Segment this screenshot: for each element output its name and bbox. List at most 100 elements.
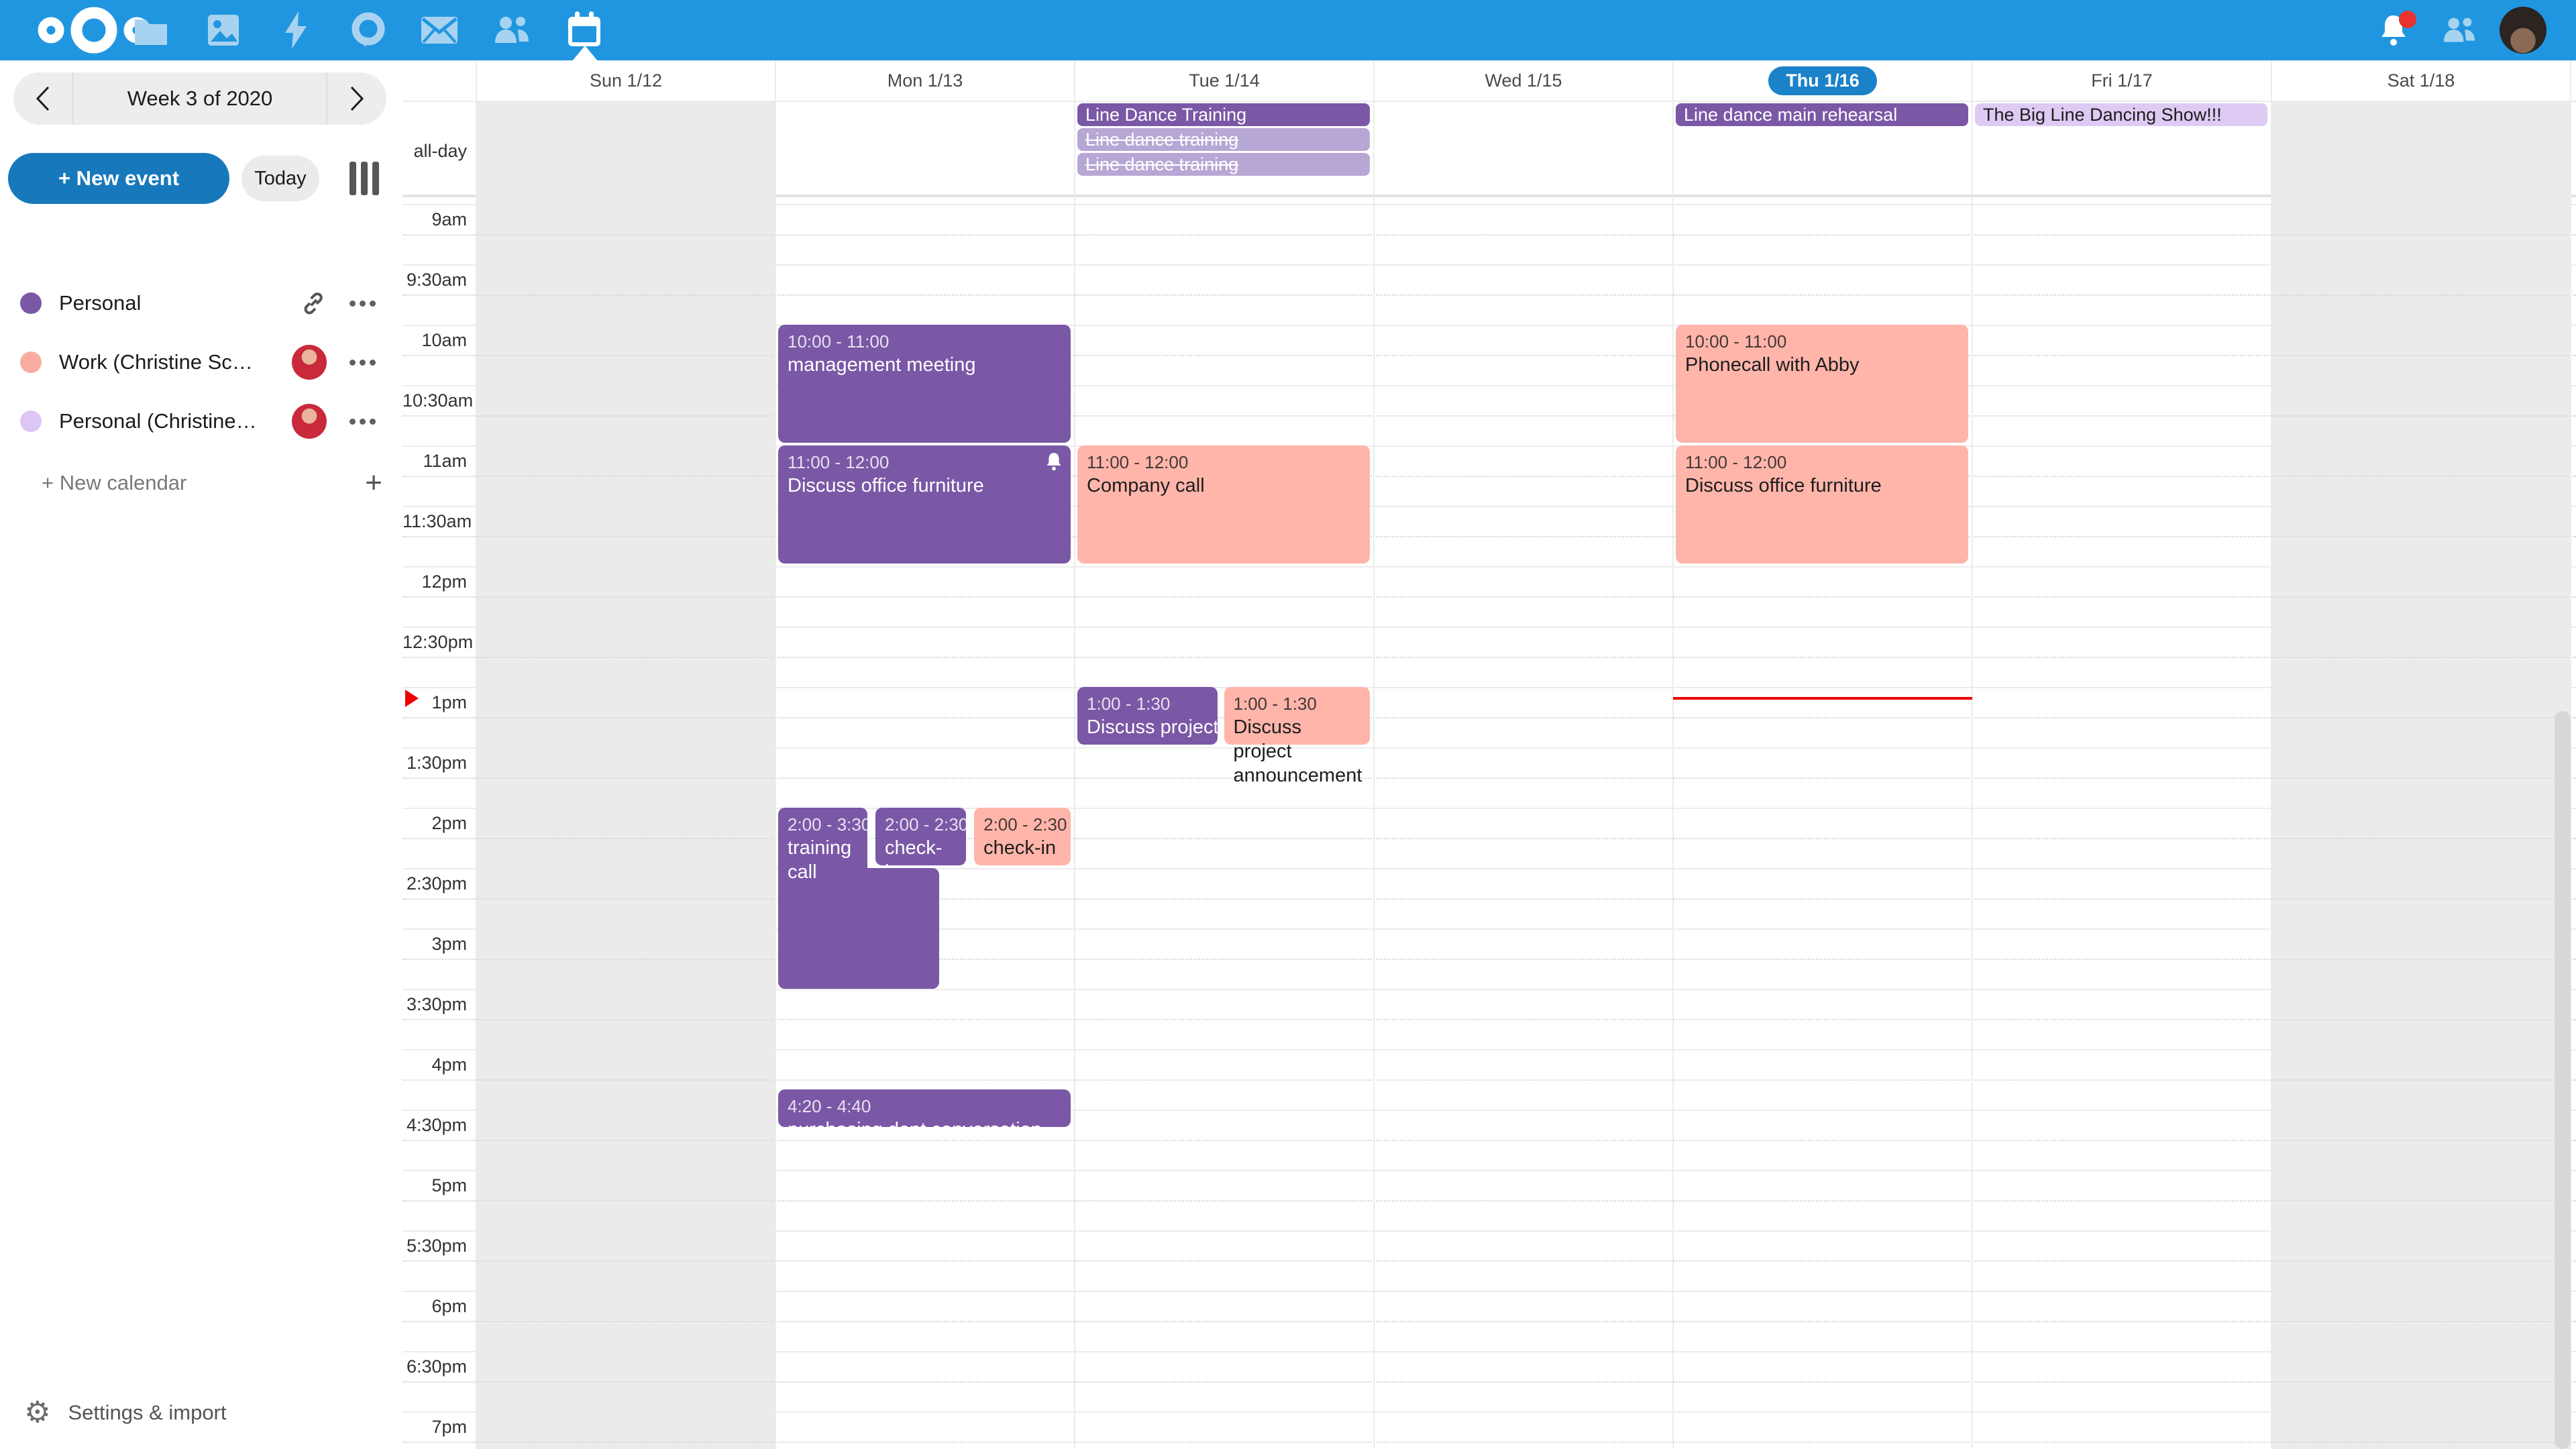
calendar-menu-button[interactable] <box>350 360 376 366</box>
settings-import-button[interactable]: ⚙ Settings & import <box>20 1394 231 1432</box>
calendar-list-item-personal[interactable]: Personal <box>0 276 402 330</box>
sidebar: Week 3 of 2020 + New event Today Persona… <box>0 60 402 1449</box>
time-label: 4:30pm <box>402 1115 467 1136</box>
quarter-hour-line <box>402 1200 2576 1201</box>
quarter-hour-line <box>402 1381 2576 1383</box>
time-label: 11:30am <box>402 511 467 532</box>
event-card[interactable]: 11:00 - 12:00Discuss office furniture <box>1676 445 1968 564</box>
event-card[interactable]: 10:00 - 11:00Phonecall with Abby <box>1676 325 1968 443</box>
day-header-tue: Tue 1/14 <box>1075 60 1374 101</box>
time-label: 1:30pm <box>402 753 467 773</box>
time-label: 7pm <box>402 1417 467 1438</box>
column-separator <box>2271 60 2272 1449</box>
time-label: 9:30am <box>402 270 467 290</box>
calendar-name: Personal <box>59 291 141 315</box>
column-separator <box>775 60 776 1449</box>
hour-line <box>402 1049 2576 1051</box>
hour-line <box>402 747 2576 749</box>
time-label: 6pm <box>402 1296 467 1317</box>
event-card[interactable]: 11:00 - 12:00Discuss office furniture <box>778 445 1071 564</box>
all-day-event[interactable]: The Big Line Dancing Show!!! <box>1975 103 2267 126</box>
hour-line <box>402 1411 2576 1413</box>
notification-unread-dot <box>2399 11 2416 28</box>
quarter-hour-line <box>402 1260 2576 1262</box>
calendar-menu-button[interactable] <box>350 419 376 425</box>
hour-line <box>402 204 2576 205</box>
hour-line <box>402 1110 2576 1111</box>
reminder-bell-icon <box>1045 452 1063 474</box>
column-separator <box>1972 60 1973 1449</box>
gear-icon: ⚙ <box>24 1398 50 1428</box>
time-label: 5pm <box>402 1175 467 1196</box>
event-card[interactable]: 2:00 - 3:30training call <box>778 808 867 986</box>
event-card[interactable]: 2:00 - 2:30check-in <box>974 808 1071 865</box>
quarter-hour-line <box>402 596 2576 598</box>
talk-icon[interactable] <box>335 0 402 60</box>
hour-line <box>402 445 2576 447</box>
hour-line <box>402 506 2576 507</box>
event-card[interactable]: 1:00 - 1:30Discuss project announcement <box>1224 687 1370 745</box>
today-button[interactable]: Today <box>241 156 319 201</box>
time-label: 12:30pm <box>402 632 467 653</box>
calendar-week-view: Sun 1/12Mon 1/13Tue 1/14Wed 1/15Thu 1/16… <box>402 60 2576 1449</box>
all-day-event[interactable]: Line dance training <box>1077 153 1370 176</box>
event-card[interactable]: 11:00 - 12:00Company call <box>1077 445 1370 564</box>
week-label[interactable]: Week 3 of 2020 <box>72 72 327 125</box>
topbar <box>0 0 2576 60</box>
quarter-hour-line <box>402 476 2576 477</box>
event-card[interactable]: 1:00 - 1:30Discuss project announcement <box>1077 687 1218 745</box>
hour-line <box>402 989 2576 990</box>
notifications-bell-icon[interactable] <box>2360 0 2427 60</box>
day-header-thu[interactable]: Thu 1/16 <box>1673 60 1972 101</box>
quarter-hour-line <box>402 898 2576 900</box>
time-label: 6:30pm <box>402 1356 467 1377</box>
vertical-scrollbar[interactable] <box>2555 711 2571 1449</box>
quarter-hour-line <box>402 415 2576 417</box>
calendar-list-item-work-christine[interactable]: Work (Christine Schott) <box>0 335 402 389</box>
quarter-hour-line <box>402 234 2576 235</box>
quarter-hour-line <box>402 355 2576 356</box>
next-week-button[interactable] <box>327 72 386 125</box>
current-time-arrow <box>405 690 419 707</box>
time-label: 5:30pm <box>402 1236 467 1256</box>
calendar-list-item-personal-christine[interactable]: Personal (Christine Schott) <box>0 394 402 448</box>
files-icon[interactable] <box>117 0 184 60</box>
contacts-icon[interactable] <box>478 0 545 60</box>
calendar-color-dot <box>20 292 42 314</box>
hour-line <box>402 385 2576 386</box>
contacts-menu-icon[interactable] <box>2426 0 2493 60</box>
quarter-hour-line <box>402 1321 2576 1322</box>
hour-line <box>402 1351 2576 1352</box>
view-switcher-button[interactable] <box>345 160 383 197</box>
activity-icon[interactable] <box>262 0 329 60</box>
mail-icon[interactable] <box>406 0 473 60</box>
time-label: 2pm <box>402 813 467 834</box>
event-card[interactable]: 4:20 - 4:40purchasing dept conversation <box>778 1089 1071 1127</box>
time-label: 3pm <box>402 934 467 955</box>
column-separator <box>1373 60 1375 1449</box>
photos-icon[interactable] <box>190 0 257 60</box>
day-header-row: Sun 1/12Mon 1/13Tue 1/14Wed 1/15Thu 1/16… <box>402 60 2576 102</box>
quarter-hour-line <box>402 536 2576 537</box>
share-link-icon[interactable] <box>300 290 327 317</box>
calendar-menu-button[interactable] <box>350 301 376 307</box>
day-header-mon: Mon 1/13 <box>775 60 1075 101</box>
quarter-hour-line <box>402 717 2576 718</box>
calendar-color-dot <box>20 411 42 432</box>
time-label: 12pm <box>402 572 467 592</box>
current-time-line <box>1673 697 1972 700</box>
new-calendar-button[interactable]: + New calendar + <box>38 463 386 503</box>
user-avatar[interactable] <box>2500 7 2546 54</box>
event-card[interactable]: 10:00 - 11:00management meeting <box>778 325 1071 443</box>
weekend-shading <box>476 102 775 1449</box>
event-card[interactable]: 2:00 - 2:30check-in <box>875 808 966 865</box>
all-day-event[interactable]: Line dance main rehearsal <box>1676 103 1968 126</box>
day-header-wed: Wed 1/15 <box>1374 60 1673 101</box>
hour-line <box>402 325 2576 326</box>
all-day-label: all-day <box>402 141 467 162</box>
all-day-event[interactable]: Line Dance Training <box>1077 103 1370 126</box>
all-day-event[interactable]: Line dance training <box>1077 128 1370 151</box>
previous-week-button[interactable] <box>13 72 72 125</box>
new-event-button[interactable]: + New event <box>8 153 229 204</box>
quarter-hour-line <box>402 1140 2576 1141</box>
